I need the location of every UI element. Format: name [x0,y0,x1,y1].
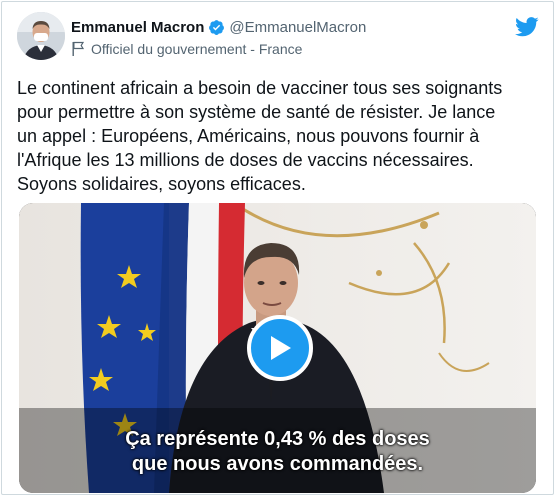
flag-icon [72,41,85,56]
government-affiliation: Officiel du gouvernement - France [71,40,302,58]
affiliation-label: Officiel du gouvernement - France [91,41,303,57]
play-icon [271,336,291,360]
verified-badge-icon [209,19,225,35]
play-button[interactable] [247,315,313,381]
video-player[interactable]: Ça représente 0,43 % des doses que nous … [19,203,536,493]
author-avatar[interactable] [17,12,65,60]
video-subtitle: Ça représente 0,43 % des doses que nous … [19,427,536,477]
subtitle-line-1: Ça représente 0,43 % des doses [125,428,430,450]
subtitle-line-2: que nous avons commandées. [131,453,424,475]
tweet-text: Le continent africain a besoin de vaccin… [17,78,503,194]
author-handle[interactable]: @EmmanuelMacron [229,19,366,36]
author-header: Emmanuel Macron @EmmanuelMacron [71,17,366,37]
tweet-card[interactable]: Emmanuel Macron @EmmanuelMacron Officiel… [1,1,554,495]
avatar-image [17,12,65,60]
twitter-bird-icon[interactable] [515,16,539,38]
author-display-name[interactable]: Emmanuel Macron [71,19,204,36]
